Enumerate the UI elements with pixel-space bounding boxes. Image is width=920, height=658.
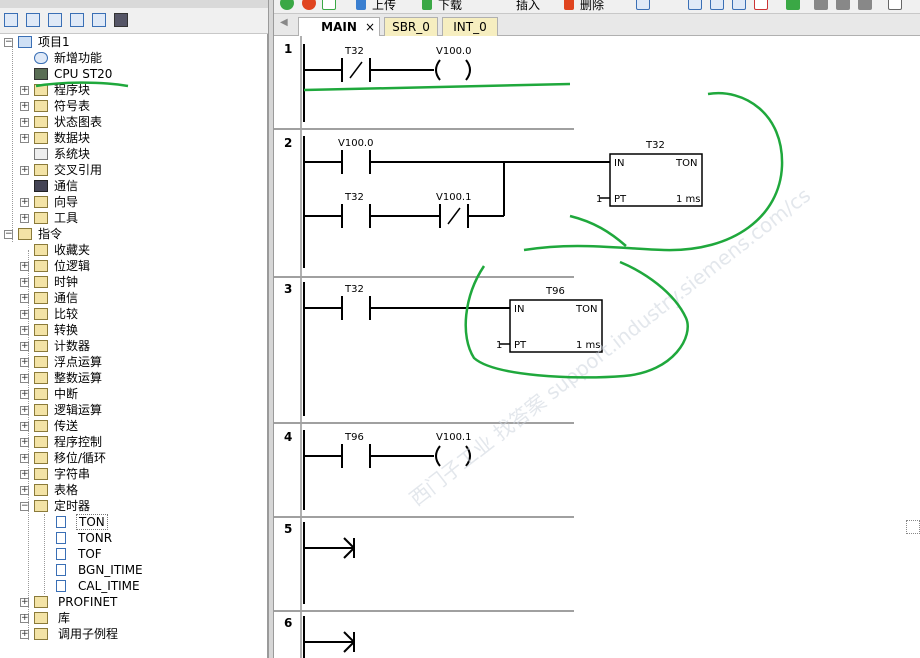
delete-icon[interactable] xyxy=(564,0,574,10)
tab-label: SBR_0 xyxy=(392,20,430,34)
ladder-diagram: T32 V100.0 V100.0 T32 V100.1 T32 IN TON … xyxy=(303,44,815,658)
lock-icon[interactable] xyxy=(836,0,850,10)
run-icon[interactable] xyxy=(280,0,294,10)
tab-main[interactable]: MAIN × xyxy=(298,17,380,36)
list-icon[interactable] xyxy=(70,13,84,27)
main-toolbar: 上传 下载 插入 删除 xyxy=(274,0,920,14)
coil-label: V100.1 xyxy=(436,432,471,443)
tab-sbr0[interactable]: SBR_0 xyxy=(384,17,438,36)
annotation-underline xyxy=(35,81,129,88)
rung-5[interactable] xyxy=(304,537,355,559)
timer-label: T32 xyxy=(645,140,665,151)
tab-int0[interactable]: INT_0 xyxy=(442,17,498,36)
timer-in-label: IN xyxy=(614,158,624,169)
delete-button[interactable]: 删除 xyxy=(580,0,604,13)
contact-label: V100.1 xyxy=(436,192,471,203)
timer-pt-value: 1 xyxy=(596,194,602,205)
lock-icon[interactable] xyxy=(858,0,872,10)
project-tree: − 项目1 新增功能 CPU ST20 + 程序块 + 符号表 + 状态图表 +… xyxy=(0,34,268,658)
panel-title-bar xyxy=(0,0,268,8)
download-icon[interactable] xyxy=(422,0,432,10)
indent-icon[interactable] xyxy=(888,0,902,10)
network-icon[interactable] xyxy=(636,0,650,10)
monitor-icon[interactable] xyxy=(114,13,128,27)
upload-button[interactable]: 上传 xyxy=(372,0,396,13)
timer-in-label: IN xyxy=(514,304,524,315)
tree-toolbar xyxy=(0,8,268,34)
close-icon[interactable]: × xyxy=(365,18,375,36)
rung-1[interactable] xyxy=(304,58,471,82)
tab-label: MAIN xyxy=(321,20,357,34)
pdf-icon[interactable] xyxy=(754,0,768,10)
stop-icon[interactable] xyxy=(302,0,316,10)
upload-icon[interactable] xyxy=(356,0,366,10)
tab-scroll-left-icon[interactable]: ◀ xyxy=(280,17,288,28)
window-icon[interactable] xyxy=(732,0,746,10)
scroll-marker[interactable] xyxy=(906,520,920,534)
contact-label: V100.0 xyxy=(338,138,373,149)
timer-pt-value: 1 xyxy=(496,340,502,351)
timer-resolution: 1 ms xyxy=(676,194,701,205)
contact-label: T32 xyxy=(344,284,364,295)
tab-label: INT_0 xyxy=(453,20,487,34)
insert-button[interactable]: 插入 xyxy=(516,0,540,13)
download-button[interactable]: 下载 xyxy=(438,0,462,13)
document-icon[interactable] xyxy=(48,13,62,27)
timer-type-label: TON xyxy=(675,158,697,169)
window-icon[interactable] xyxy=(688,0,702,10)
timer-label: T96 xyxy=(545,286,565,297)
timer-pt-label: PT xyxy=(614,194,627,205)
rung-2[interactable] xyxy=(304,150,703,228)
program-editor-area: 上传 下载 插入 删除 ◀ MAIN × SBR_0 INT_0 1 2 3 4… xyxy=(274,0,920,658)
pou-tabbar: ◀ MAIN × SBR_0 INT_0 xyxy=(274,14,920,36)
contact-label: T96 xyxy=(344,432,364,443)
timer-type-label: TON xyxy=(575,304,597,315)
chart-icon[interactable] xyxy=(92,13,106,27)
rung-6[interactable] xyxy=(304,631,355,653)
project-tree-panel: − 项目1 新增功能 CPU ST20 + 程序块 + 符号表 + 状态图表 +… xyxy=(0,0,268,658)
rung-3[interactable] xyxy=(304,296,603,353)
table-icon[interactable] xyxy=(26,13,40,27)
window-icon[interactable] xyxy=(710,0,724,10)
ladder-editor[interactable]: 1 2 3 4 5 6 T32 V100.0 V100.0 T32 V100.1… xyxy=(274,36,920,658)
compile-icon[interactable] xyxy=(322,0,336,10)
coil-label: V100.0 xyxy=(436,46,471,57)
contact-label: T32 xyxy=(344,46,364,57)
annotation-strokes xyxy=(303,82,784,379)
arrow-icon[interactable] xyxy=(786,0,800,10)
contact-label: T32 xyxy=(344,192,364,203)
lock-icon[interactable] xyxy=(814,0,828,10)
view-icon[interactable] xyxy=(4,13,18,27)
timer-pt-label: PT xyxy=(514,340,527,351)
